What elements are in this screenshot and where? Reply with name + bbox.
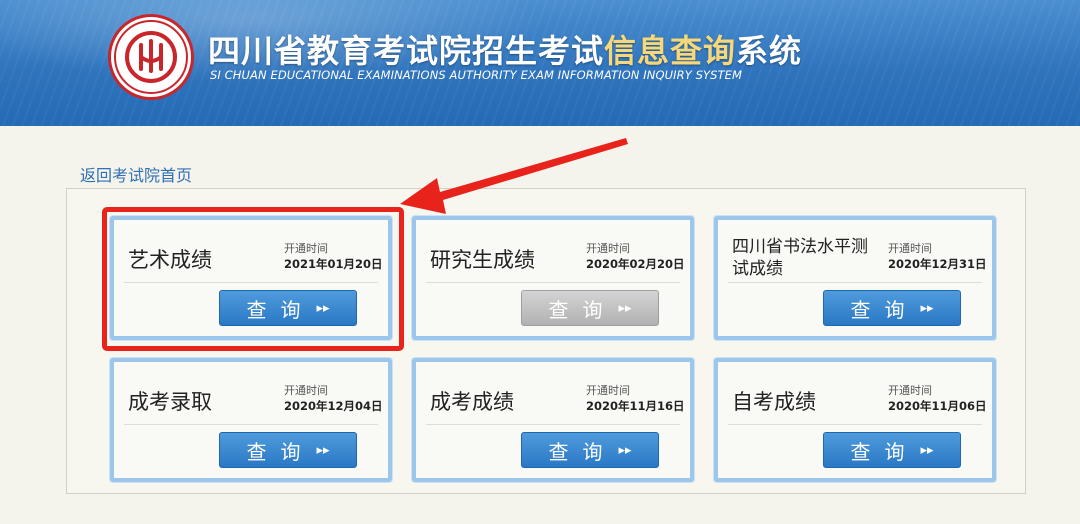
open-date: 2020年11月16日 bbox=[586, 399, 685, 413]
query-card-adult-scores: 成考成绩 开通时间 2020年11月16日 查询 ▸▸ bbox=[412, 358, 694, 482]
double-chevron-right-icon: ▸▸ bbox=[618, 300, 632, 316]
card-title: 艺术成绩 bbox=[128, 248, 212, 272]
card-divider bbox=[124, 282, 378, 283]
card-divider bbox=[426, 282, 680, 283]
card-divider bbox=[728, 282, 982, 283]
query-card-graduate-scores: 研究生成绩 开通时间 2020年02月20日 查询 ▸▸ bbox=[412, 216, 694, 340]
query-card-adult-admission: 成考录取 开通时间 2020年12月04日 查询 ▸▸ bbox=[110, 358, 392, 482]
double-chevron-right-icon: ▸▸ bbox=[920, 442, 934, 458]
card-divider bbox=[124, 424, 378, 425]
back-home-link[interactable]: 返回考试院首页 bbox=[80, 162, 192, 186]
query-button[interactable]: 查询 ▸▸ bbox=[823, 432, 961, 468]
open-time-label: 开通时间 bbox=[284, 384, 328, 397]
card-divider bbox=[426, 424, 680, 425]
open-time-label: 开通时间 bbox=[586, 384, 630, 397]
card-divider bbox=[728, 424, 982, 425]
query-card-calligraphy-scores: 四川省书法水平测试成绩 开通时间 2020年12月31日 查询 ▸▸ bbox=[714, 216, 996, 340]
query-button[interactable]: 查询 ▸▸ bbox=[219, 432, 357, 468]
query-button[interactable]: 查询 ▸▸ bbox=[823, 290, 961, 326]
query-button-disabled: 查询 ▸▸ bbox=[521, 290, 659, 326]
page-subtitle: SI CHUAN EDUCATIONAL EXAMINATIONS AUTHOR… bbox=[210, 68, 743, 82]
card-title: 成考成绩 bbox=[430, 390, 514, 414]
open-date: 2020年12月31日 bbox=[888, 257, 987, 271]
double-chevron-right-icon: ▸▸ bbox=[618, 442, 632, 458]
card-title: 成考录取 bbox=[128, 390, 212, 414]
double-chevron-right-icon: ▸▸ bbox=[316, 300, 330, 316]
card-title: 自考成绩 bbox=[732, 390, 816, 414]
query-button[interactable]: 查询 ▸▸ bbox=[521, 432, 659, 468]
page-title: 四川省教育考试院招生考试信息查询系统 bbox=[208, 32, 803, 70]
open-time-label: 开通时间 bbox=[888, 242, 932, 255]
site-header: 四川省教育考试院招生考试信息查询系统 SI CHUAN EDUCATIONAL … bbox=[0, 0, 1080, 126]
open-time-label: 开通时间 bbox=[888, 384, 932, 397]
open-date: 2020年11月06日 bbox=[888, 399, 987, 413]
open-date: 2021年01月20日 bbox=[284, 257, 383, 271]
query-button[interactable]: 查询 ▸▸ bbox=[219, 290, 357, 326]
open-time-label: 开通时间 bbox=[586, 242, 630, 255]
open-date: 2020年02月20日 bbox=[586, 257, 685, 271]
query-card-self-study-scores: 自考成绩 开通时间 2020年11月06日 查询 ▸▸ bbox=[714, 358, 996, 482]
card-title: 四川省书法水平测试成绩 bbox=[732, 237, 868, 279]
query-card-art-scores: 艺术成绩 开通时间 2021年01月20日 查询 ▸▸ bbox=[110, 216, 392, 340]
double-chevron-right-icon: ▸▸ bbox=[316, 442, 330, 458]
card-title: 研究生成绩 bbox=[430, 248, 535, 272]
exam-authority-logo-icon bbox=[108, 14, 194, 100]
open-date: 2020年12月04日 bbox=[284, 399, 383, 413]
open-time-label: 开通时间 bbox=[284, 242, 328, 255]
double-chevron-right-icon: ▸▸ bbox=[920, 300, 934, 316]
